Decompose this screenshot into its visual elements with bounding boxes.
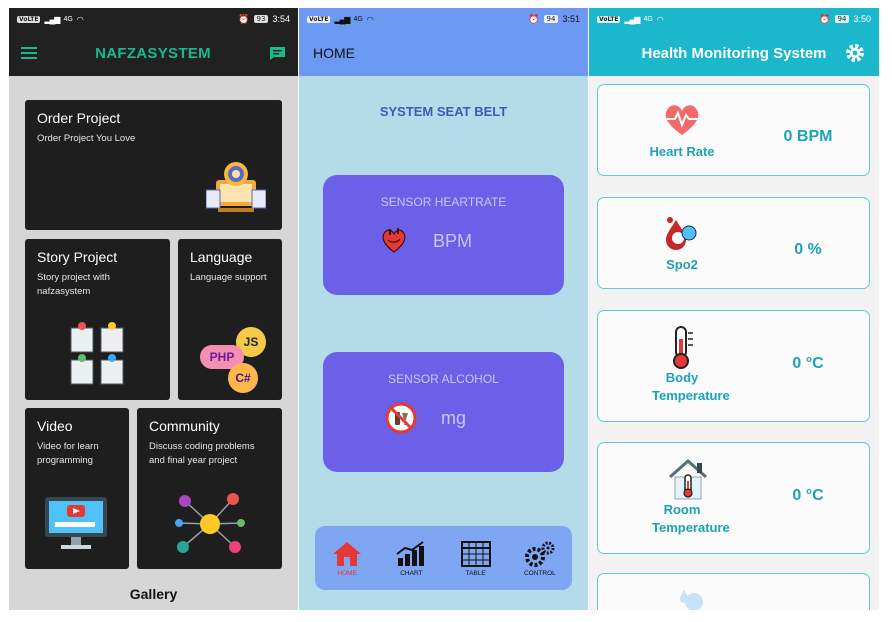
thermometer-icon [673, 326, 693, 369]
nav-label: TABLE [465, 569, 486, 577]
sensor-unit: mg [441, 408, 467, 428]
volte-badge: VoLTE [17, 15, 41, 23]
battery-level: 94 [543, 15, 559, 23]
bottom-navigation: HOME CHART TABLE CONTROL [315, 526, 572, 590]
gallery-heading: Gallery [129, 586, 178, 602]
table-icon [460, 540, 491, 567]
app-title: NAFZASYSTEM [95, 44, 211, 62]
phone-health-monitoring: VoLTE ▂▄▆ 4G ◠ ⏰ 94 3:50 Health Monitori… [589, 8, 879, 610]
settings-gear-icon[interactable] [845, 43, 865, 63]
card-title: Language [190, 249, 253, 265]
card-desc: Story project with nafzasystem [37, 272, 110, 297]
card-community[interactable]: Community Discuss coding problems and fi… [137, 408, 282, 569]
clock: 3:54 [272, 14, 290, 24]
app-bar: Health Monitoring System [589, 30, 879, 76]
sensor-unit: BPM [433, 231, 473, 251]
metric-name: Heart Rate [649, 144, 715, 159]
alarm-icon: ⏰ [238, 13, 250, 24]
alarm-icon: ⏰ [528, 13, 540, 24]
heart-rate-icon [665, 105, 699, 135]
nav-chart[interactable]: CHART [383, 540, 439, 577]
card-desc: Order Project You Love [37, 133, 136, 144]
home-icon [333, 541, 362, 566]
battery-level: 94 [834, 15, 850, 23]
section-title: SYSTEM SEAT BELT [379, 104, 508, 119]
sensor-label: SENSOR HEARTRATE [380, 195, 507, 209]
metric-name: Spo2 [666, 257, 698, 272]
status-bar: VoLTE ▂▄▆ 4G ◠ ⏰ 93 3:54 [9, 8, 298, 30]
phone-nafzasystem: VoLTE ▂▄▆ 4G ◠ ⏰ 93 3:54 NAFZASYSTEM Ord… [9, 8, 298, 610]
metric-value: 0 BPM [783, 128, 833, 145]
card-title: Story Project [37, 249, 118, 265]
card-desc: Video for learn programming [37, 441, 99, 466]
monitor-video-icon [45, 497, 107, 549]
signal-icon: ▂▄▆ [334, 14, 350, 24]
metric-value: 0 % [794, 241, 822, 258]
metric-value: 0 °C [792, 355, 824, 372]
sensor-heartrate-card[interactable]: SENSOR HEARTRATE BPM [323, 175, 564, 295]
card-title: Community [149, 418, 220, 434]
gears-icon [524, 541, 555, 567]
app-bar: NAFZASYSTEM [9, 30, 298, 76]
chart-icon [396, 540, 425, 566]
nav-control[interactable]: CONTROL [512, 540, 568, 577]
team-documents-icon [70, 322, 124, 385]
house-thermometer-icon [669, 458, 707, 500]
app-bar: HOME [299, 30, 588, 76]
metric-card-body-temperature[interactable]: Body Temperature 0 °C [597, 310, 870, 422]
metric-card-spo2[interactable]: Spo2 0 % [597, 197, 870, 289]
alarm-icon: ⏰ [819, 13, 831, 24]
sensor-alcohol-card[interactable]: SENSOR ALCOHOL mg [323, 352, 564, 472]
clock: 3:51 [562, 14, 580, 24]
card-title: Order Project [37, 110, 121, 126]
nav-label: CHART [400, 569, 423, 577]
metric-name: Room Temperature [652, 502, 730, 535]
wifi-icon: ◠ [366, 14, 374, 24]
heart-organ-icon [382, 228, 406, 253]
no-alcohol-icon [385, 402, 417, 434]
card-video[interactable]: Video Video for learn programming [25, 408, 129, 569]
metric-value: 0 °C [792, 487, 824, 504]
card-desc: Discuss coding problems and final year p… [149, 441, 255, 466]
volte-badge: VoLTE [307, 15, 331, 23]
nav-label: HOME [337, 569, 357, 577]
laptop-gear-icon [206, 162, 266, 212]
network-type: 4G [643, 15, 653, 23]
spo2-icon [666, 217, 697, 250]
metric-card-partial[interactable] [597, 573, 870, 610]
chat-icon[interactable] [269, 46, 286, 61]
signal-icon: ▂▄▆ [44, 14, 60, 24]
battery-level: 93 [253, 15, 269, 23]
app-title: HOME [313, 45, 355, 61]
volte-badge: VoLTE [597, 15, 621, 23]
signal-icon: ▂▄▆ [624, 14, 640, 24]
card-desc: Language support [190, 272, 267, 283]
app-title: Health Monitoring System [641, 44, 827, 62]
status-bar: VoLTE ▂▄▆ 4G ◠ ⏰ 94 3:51 [299, 8, 588, 30]
card-title: Video [37, 418, 73, 434]
network-type: 4G [353, 15, 363, 23]
phone-seat-belt: VoLTE ▂▄▆ 4G ◠ ⏰ 94 3:51 HOME SYSTEM SEA… [299, 8, 588, 610]
card-order-project[interactable]: Order Project Order Project You Love [25, 100, 282, 230]
network-type: 4G [63, 15, 73, 23]
csharp-badge: C# [228, 363, 258, 393]
nav-label: CONTROL [523, 569, 556, 577]
metric-card-heart-rate[interactable]: Heart Rate 0 BPM [597, 84, 870, 176]
metric-card-room-temperature[interactable]: Room Temperature 0 °C [597, 442, 870, 554]
card-story-project[interactable]: Story Project Story project with nafzasy… [25, 239, 170, 400]
status-bar: VoLTE ▂▄▆ 4G ◠ ⏰ 94 3:50 [589, 8, 879, 30]
network-bulb-icon [175, 493, 245, 553]
wifi-icon: ◠ [76, 14, 84, 24]
drop-icon [680, 590, 703, 610]
clock: 3:50 [853, 14, 871, 24]
card-language[interactable]: Language Language support JS PHP C# [178, 239, 282, 400]
metric-name: Body Temperature [652, 370, 730, 403]
wifi-icon: ◠ [656, 14, 664, 24]
nav-home[interactable]: HOME [319, 540, 375, 577]
sensor-label: SENSOR ALCOHOL [388, 372, 499, 386]
nav-table[interactable]: TABLE [448, 540, 504, 577]
menu-icon[interactable] [21, 47, 37, 59]
